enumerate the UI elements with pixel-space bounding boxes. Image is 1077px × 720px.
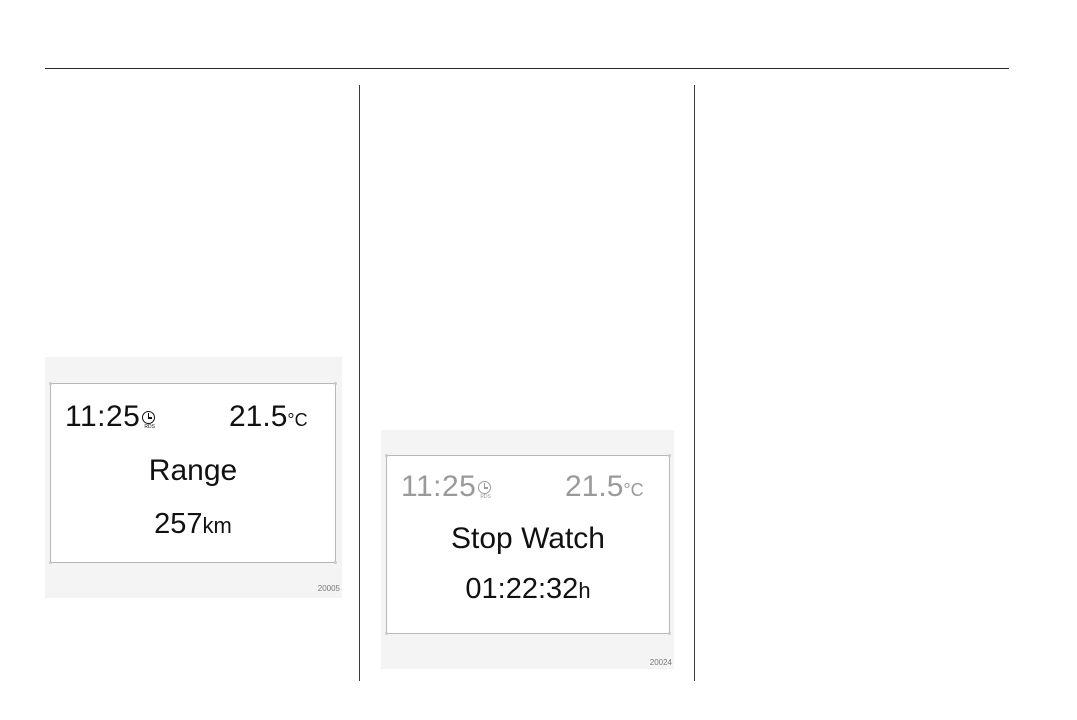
figure-stopwatch-display: 11:25 RDS 21.5°C Stop Watch 01:22:32h 200…: [381, 430, 674, 669]
corner-mark: [385, 632, 388, 635]
figure-range-display: 11:25 RDS 21.5°C Range 257km 20005: [45, 357, 342, 598]
display-title: Stop Watch: [451, 522, 605, 555]
rds-label: RDS: [480, 494, 491, 500]
display-value: 01:22:32h: [387, 573, 669, 606]
clock-time: 11:25 RDS: [65, 400, 156, 434]
corner-mark: [334, 382, 337, 385]
time-value: 11:25: [65, 400, 141, 433]
value-unit: h: [578, 578, 591, 603]
corner-mark: [334, 561, 337, 564]
rds-label: RDS: [144, 424, 155, 430]
temperature-unit: °C: [287, 410, 308, 430]
corner-mark: [668, 632, 671, 635]
outside-temperature: 21.5°C: [565, 470, 644, 504]
header-rule: [45, 68, 1009, 69]
corner-mark: [49, 561, 52, 564]
display-title: Range: [148, 454, 238, 487]
corner-mark: [49, 382, 52, 385]
clock-time: 11:25 RDS: [401, 470, 492, 504]
corner-mark: [668, 454, 671, 457]
figure-code: 20005: [317, 584, 340, 593]
corner-mark: [385, 454, 388, 457]
lcd-screen: 11:25 RDS 21.5°C Stop Watch 01:22:32h: [385, 454, 671, 635]
time-value: 11:25: [401, 470, 477, 503]
outside-temperature: 21.5°C: [229, 400, 308, 434]
temperature-value: 21.5: [565, 470, 624, 503]
display-value: 257km: [51, 508, 335, 541]
column-divider-2: [694, 85, 695, 681]
lcd-screen: 11:25 RDS 21.5°C Range 257km: [49, 382, 337, 564]
value-unit: km: [202, 513, 232, 538]
value-number: 257: [154, 508, 203, 540]
value-number: 01:22:32: [465, 573, 579, 605]
figure-code: 20024: [649, 658, 672, 667]
temperature-value: 21.5: [229, 400, 288, 433]
clock-icon: RDS: [478, 481, 492, 500]
column-divider-1: [359, 85, 360, 681]
temperature-unit: °C: [623, 480, 644, 500]
clock-icon: RDS: [142, 411, 156, 430]
